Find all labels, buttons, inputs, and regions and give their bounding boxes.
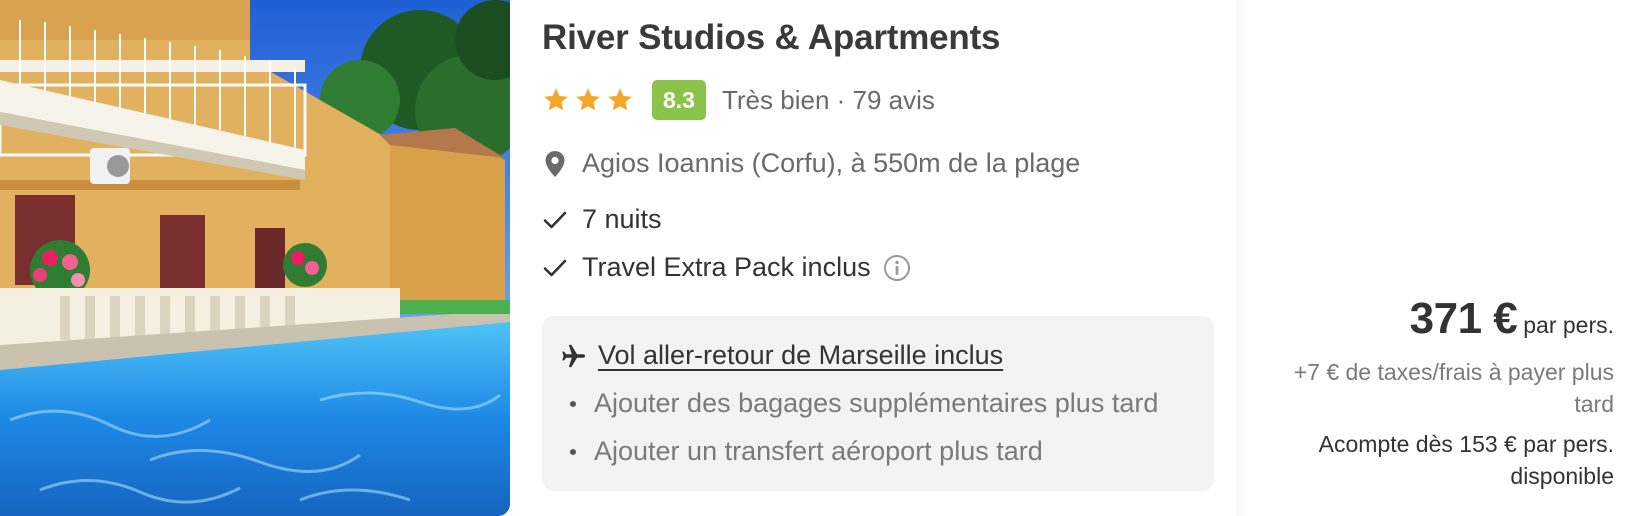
check-icon [542,207,568,233]
flight-title[interactable]: Vol aller-retour de Marseille inclus [598,340,1003,371]
location-text: Agios Ioannis (Corfu), à 550m de la plag… [582,148,1081,178]
hotel-name[interactable]: River Studios & Apartments [542,18,1001,58]
star-rating [542,86,638,114]
price-per: par pers. [1523,312,1614,338]
star-icon [544,88,568,111]
map-pin-icon [542,150,568,177]
location-row: Agios Ioannis (Corfu), à 550m de la plag… [542,148,1080,179]
flight-box: Vol aller-retour de Marseille inclus Ajo… [542,316,1214,491]
price-amount: 371 € [1409,294,1518,343]
feature-travel-pack: Travel Extra Pack inclus [582,252,871,282]
flight-item-transfer: Ajouter un transfert aéroport plus tard [594,436,1043,466]
bullet [570,448,576,455]
taxes-note: +7 € de taxes/frais à payer plus tard [1293,359,1614,417]
feature-row-nights: 7 nuits [542,204,662,235]
feature-nights: 7 nuits [582,204,662,234]
check-icon [542,255,568,281]
rating-summary: Très bien · 79 avis [721,84,935,115]
flight-link[interactable]: Vol aller-retour de Marseille inclus [560,340,1003,371]
list-item: Ajouter des bagages supplémentaires plus… [570,388,1158,419]
list-item: Ajouter un transfert aéroport plus tard [570,436,1043,467]
deposit-note: Acompte dès 153 € par pers. disponible [1318,431,1614,489]
divider [1236,0,1250,516]
airplane-icon [562,344,586,367]
bullet [570,400,576,407]
hotel-photo[interactable] [0,0,510,516]
flight-item-luggage: Ajouter des bagages supplémentaires plus… [594,388,1159,418]
info-circle-icon[interactable] [883,254,911,282]
star-icon [576,88,600,111]
rating-row: 8.3 Très bien · 79 avis [542,80,935,120]
hotel-offer-card[interactable]: River Studios & Apartments 8.3 Très bien… [0,0,1634,516]
price-line: 371 € par pers. [1410,294,1614,344]
price-panel: 371 € par pers. +7 € de taxes/frais à pa… [1250,0,1614,516]
hotel-info: River Studios & Apartments 8.3 Très bien… [542,0,1214,516]
feature-row-pack: Travel Extra Pack inclus [542,252,911,283]
hotel-photo-image [0,0,510,516]
review-score-badge: 8.3 [652,80,706,120]
star-icon [608,88,632,111]
